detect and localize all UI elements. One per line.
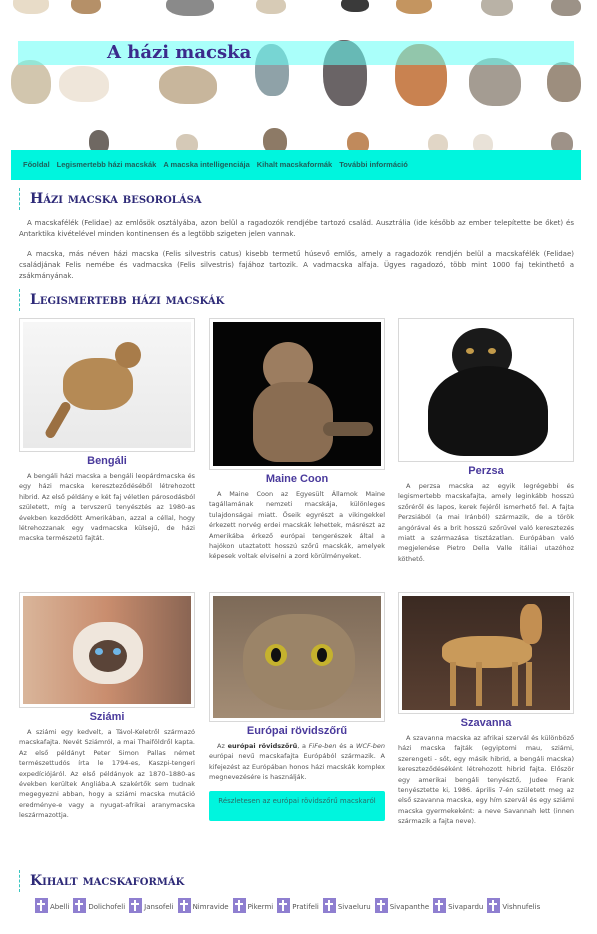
- nav-item-fooldal[interactable]: Főoldal: [23, 159, 50, 171]
- extinct-item[interactable]: Sivapanthe: [374, 898, 429, 913]
- cat-image: [396, 0, 432, 14]
- card-description: A Maine Coon az Egyesült Államok Maine t…: [209, 490, 385, 561]
- europai-details-button[interactable]: Részletesen az európai rövidszőrű macska…: [209, 790, 385, 821]
- extinct-item[interactable]: Pratifeli: [277, 898, 319, 913]
- extinct-item[interactable]: Nimravide: [177, 898, 229, 913]
- card-bengali: Bengáli A bengáli házi macska a bengáli …: [19, 318, 195, 544]
- cat-image: [481, 0, 513, 16]
- nav-item-legismertebb[interactable]: Legismertebb házi macskák: [57, 159, 157, 171]
- card-title: Perzsa: [468, 465, 504, 477]
- cross-icon: [35, 898, 48, 913]
- cat-image: [71, 0, 101, 14]
- perzsa-photo: [398, 318, 574, 462]
- cat-image: [428, 134, 448, 150]
- section-heading-legismertebb: Legismertebb házi macskák: [19, 289, 224, 311]
- card-europai-rovidszoru: Európai rövidszőrű Az európai rövidszőrű…: [209, 592, 385, 821]
- card-title: Szavanna: [460, 717, 512, 729]
- cat-image: [256, 0, 286, 14]
- cross-icon: [433, 898, 447, 913]
- sziami-photo: [19, 592, 195, 708]
- card-title: Maine Coon: [265, 473, 329, 485]
- cat-image: [347, 132, 369, 150]
- title-highlight-bar: [18, 41, 574, 65]
- cross-icon: [177, 898, 191, 913]
- nav-item-kihalt[interactable]: Kihalt macskaformák: [257, 159, 332, 171]
- nav-item-intelligencia[interactable]: A macska intelligenciája: [163, 159, 249, 171]
- cross-icon: [322, 898, 336, 913]
- cat-image: [341, 0, 369, 12]
- cross-icon: [374, 898, 388, 913]
- cat-image: [551, 0, 581, 16]
- cat-image: [551, 132, 573, 150]
- cross-icon: [232, 898, 246, 913]
- card-szavanna: Szavanna A szavanna macska az afrikai sz…: [398, 592, 574, 827]
- paragraph-1: A macskafélék (Felidae) az emlősök osztá…: [19, 219, 574, 238]
- cross-icon: [129, 898, 143, 913]
- header-banner: [11, 0, 581, 150]
- extinct-item[interactable]: Jansofeli: [129, 898, 174, 913]
- cat-image: [11, 60, 51, 104]
- europai-photo: [209, 592, 385, 722]
- card-perzsa: Perzsa A perzsa macska az egyik legrégeb…: [398, 318, 574, 564]
- cat-image: [59, 66, 109, 102]
- nav-item-tovabbi[interactable]: További információ: [339, 159, 408, 171]
- maine-coon-photo: [209, 318, 385, 470]
- card-title: Európai rövidszőrű: [246, 725, 348, 737]
- cat-image: [13, 0, 49, 14]
- cat-image: [176, 134, 198, 150]
- card-description: A szavanna macska az afrikai szervál és …: [398, 734, 574, 826]
- cross-icon: [487, 898, 501, 913]
- extinct-item[interactable]: Sivaeluru: [322, 898, 371, 913]
- card-description: A perzsa macska az egyik legrégebbi és l…: [398, 482, 574, 563]
- extinct-item[interactable]: Pikermi: [232, 898, 273, 913]
- cat-image: [159, 66, 217, 104]
- card-title: Bengáli: [87, 455, 127, 467]
- section-heading-besorolas: Házi macska besorolása: [19, 188, 202, 210]
- card-title: Sziámi: [89, 711, 125, 723]
- extinct-list: Abelli Dolichofeli Jansofeli Nimravide P…: [35, 898, 540, 913]
- extinct-item[interactable]: Dolichofeli: [73, 898, 125, 913]
- page-title: A házi macska: [107, 42, 252, 63]
- cross-icon: [73, 898, 87, 913]
- section-heading-kihalt: Kihalt macskaformák: [19, 870, 184, 892]
- extinct-item[interactable]: Abelli: [35, 898, 69, 913]
- main-nav: Főoldal Legismertebb házi macskák A macs…: [11, 150, 581, 180]
- card-maine-coon: Maine Coon A Maine Coon az Egyesült Álla…: [209, 318, 385, 562]
- paragraph-2: A macska, más néven házi macska (Felis s…: [19, 250, 574, 280]
- cross-icon: [277, 898, 291, 913]
- extinct-item[interactable]: Sivapardu: [433, 898, 483, 913]
- cat-image: [473, 134, 493, 150]
- bengali-photo: [19, 318, 195, 452]
- card-description: A sziámi egy kedvelt, a Távol-Keletről s…: [19, 728, 195, 820]
- card-description: A bengáli házi macska a bengáli leopárdm…: [19, 472, 195, 543]
- cat-image: [89, 130, 109, 150]
- card-sziami: Sziámi A sziámi egy kedvelt, a Távol-Kel…: [19, 592, 195, 821]
- cat-image: [547, 62, 581, 102]
- extinct-item[interactable]: Vishnufelis: [487, 898, 540, 913]
- szavanna-photo: [398, 592, 574, 714]
- cat-image: [263, 128, 287, 150]
- card-description: Az európai rövidszőrű, a FiFe-ben és a W…: [209, 742, 385, 782]
- cat-image: [166, 0, 214, 16]
- cat-image: [469, 58, 521, 106]
